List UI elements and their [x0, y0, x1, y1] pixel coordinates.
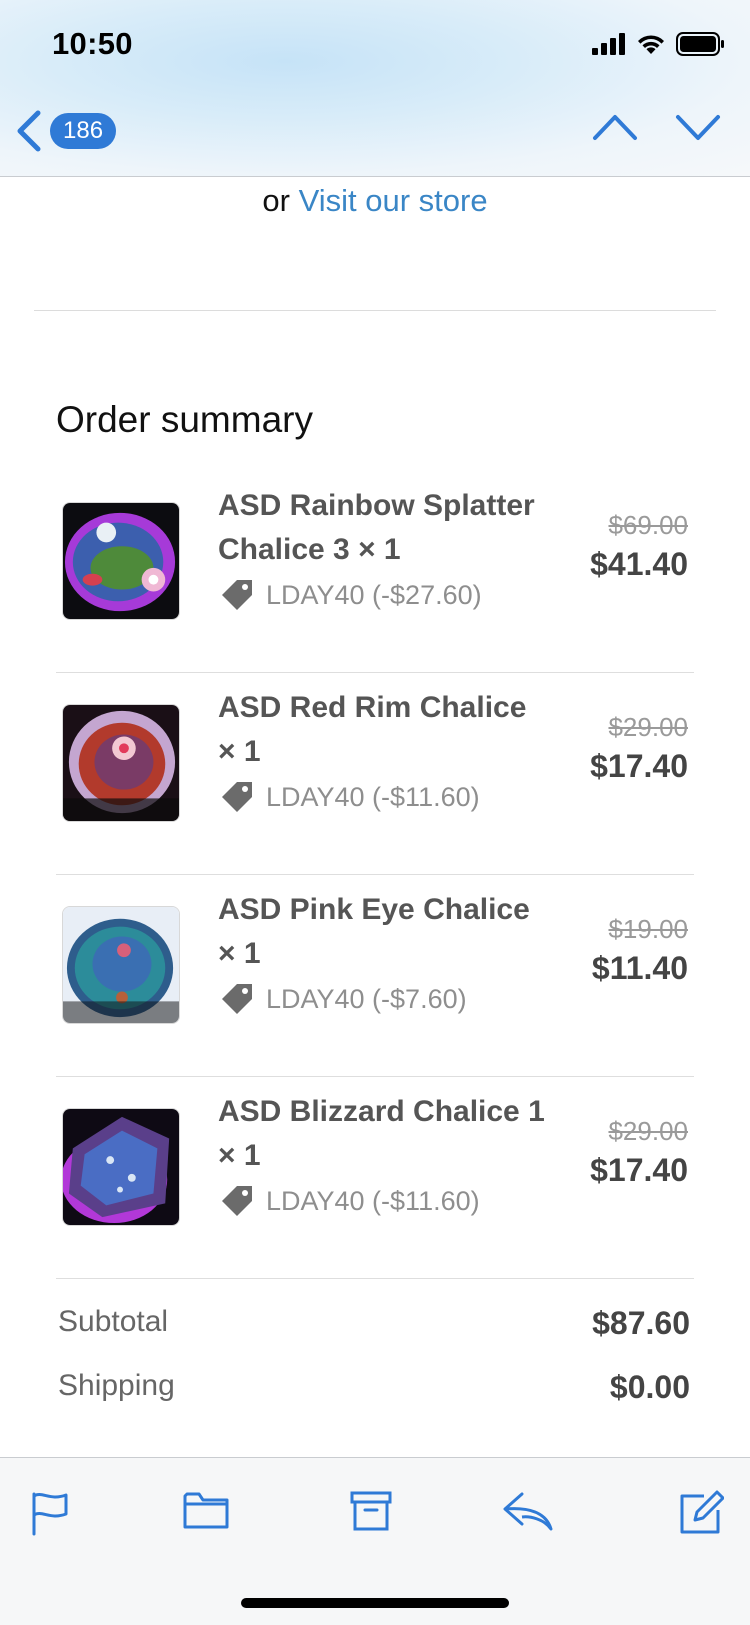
item-name: ASD Red Rim Chalice × 1: [218, 691, 527, 768]
discount-tag-icon: [222, 782, 252, 812]
order-item: ASD Red Rim Chalice × 1 LDAY40 (-$11.60)…: [56, 672, 694, 875]
original-price: $29.00: [608, 712, 688, 742]
order-item: ASD Pink Eye Chalice × 1 LDAY40 (-$7.60)…: [56, 874, 694, 1077]
visit-store-link[interactable]: Visit our store: [299, 183, 488, 218]
reply-icon[interactable]: [502, 1490, 554, 1532]
subtotal-row: Subtotal $87.60: [58, 1305, 690, 1341]
shipping-label: Shipping: [58, 1369, 175, 1402]
discount-tag-icon: [222, 580, 252, 610]
battery-icon: [676, 32, 724, 56]
product-image[interactable]: [62, 704, 180, 822]
coral-thumbnail-red-rim: [63, 705, 179, 821]
order-item: ASD Blizzard Chalice 1 × 1 LDAY40 (-$11.…: [56, 1076, 694, 1279]
original-price: $19.00: [608, 914, 688, 944]
store-prefix: or: [262, 183, 290, 218]
item-name: ASD Pink Eye Chalice × 1: [218, 893, 530, 970]
coral-thumbnail-blizzard: [63, 1109, 179, 1225]
subtotal-value: $87.60: [592, 1305, 690, 1341]
product-image[interactable]: [62, 502, 180, 620]
item-price: $41.40: [590, 546, 688, 582]
order-summary-title: Order summary: [56, 399, 313, 440]
item-name: ASD Rainbow Splatter Chalice 3 × 1: [218, 489, 535, 566]
item-price: $17.40: [590, 1152, 688, 1188]
item-price: $11.40: [591, 950, 688, 986]
top-bar: 10:50 186: [0, 0, 750, 177]
wifi-icon: [638, 35, 664, 54]
discount-text: LDAY40 (-$27.60): [266, 579, 482, 610]
cellular-signal-icon: [592, 33, 625, 55]
store-line: or Visit our store: [0, 183, 750, 219]
back-button[interactable]: 186: [14, 106, 117, 156]
email-body: or Visit our store Order summary ASD Rai…: [0, 177, 750, 1457]
discount-line: LDAY40 (-$11.60): [218, 778, 480, 816]
discount-text: LDAY40 (-$7.60): [266, 983, 467, 1014]
bottom-toolbar: [0, 1457, 750, 1625]
discount-line: LDAY40 (-$11.60): [218, 1182, 480, 1220]
shipping-value: $0.00: [609, 1369, 690, 1405]
coral-thumbnail-pink-eye: [63, 907, 179, 1023]
discount-line: LDAY40 (-$7.60): [218, 980, 467, 1018]
coral-thumbnail-rainbow: [63, 503, 179, 619]
home-indicator[interactable]: [241, 1598, 509, 1608]
discount-text: LDAY40 (-$11.60): [266, 781, 480, 812]
original-price: $29.00: [608, 1116, 688, 1146]
item-price: $17.40: [590, 748, 688, 784]
folder-icon[interactable]: [183, 1490, 229, 1530]
flag-icon[interactable]: [30, 1490, 70, 1536]
discount-tag-icon: [222, 1186, 252, 1216]
archive-icon[interactable]: [350, 1490, 392, 1532]
previous-message-chevron-up-icon[interactable]: [592, 112, 638, 142]
chevron-left-icon: [17, 110, 41, 152]
status-icons: [592, 30, 724, 58]
product-image[interactable]: [62, 906, 180, 1024]
product-image[interactable]: [62, 1108, 180, 1226]
discount-tag-icon: [222, 984, 252, 1014]
unread-count-badge: 186: [50, 113, 117, 149]
item-name: ASD Blizzard Chalice 1 × 1: [218, 1095, 545, 1172]
status-time: 10:50: [52, 26, 133, 61]
discount-line: LDAY40 (-$27.60): [218, 576, 482, 614]
compose-icon[interactable]: [678, 1490, 724, 1536]
next-message-chevron-down-icon[interactable]: [675, 112, 721, 142]
subtotal-label: Subtotal: [58, 1305, 169, 1338]
shipping-row: Shipping $0.00: [58, 1369, 690, 1405]
discount-text: LDAY40 (-$11.60): [266, 1185, 480, 1216]
original-price: $69.00: [608, 510, 688, 540]
divider: [34, 310, 716, 311]
order-item: ASD Rainbow Splatter Chalice 3 × 1 LDAY4…: [56, 470, 694, 673]
